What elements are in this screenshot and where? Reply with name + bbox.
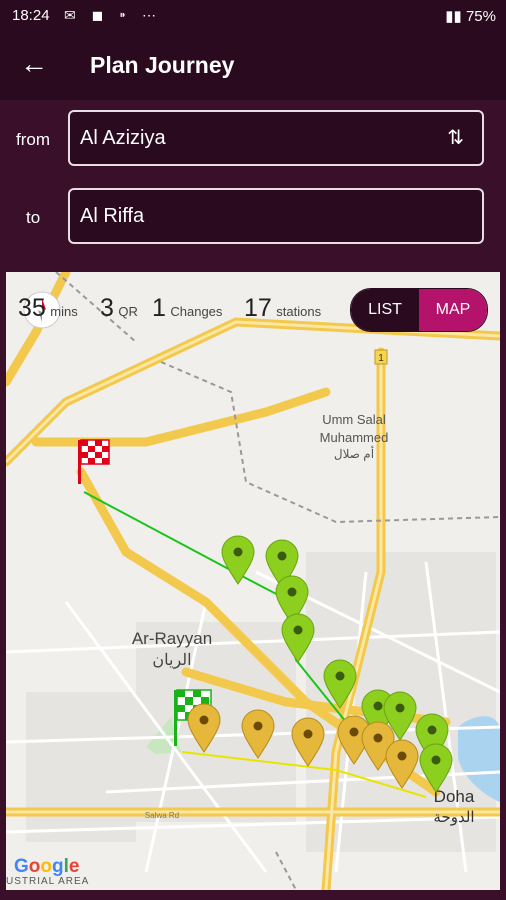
changes-value: 1 bbox=[152, 294, 166, 322]
stations-unit: stations bbox=[276, 304, 322, 319]
place-label-umm-salal: Umm Salal bbox=[322, 412, 386, 427]
place-label-umm-salal-arabic: أم صلال bbox=[334, 446, 374, 461]
battery-level: 75% bbox=[465, 8, 496, 25]
stations-summary: 17 stations bbox=[244, 294, 321, 323]
signal-icon: ▮▮ bbox=[445, 8, 462, 25]
swap-vertical-icon[interactable]: ⇅ bbox=[447, 126, 464, 150]
road-label-salwa: Salwa Rd bbox=[145, 811, 179, 820]
from-label: from bbox=[16, 130, 50, 149]
journey-form: from Al Aziziya ⇅ to Al Riffa bbox=[0, 100, 506, 258]
place-label-industrial: USTRIAL AREA bbox=[6, 876, 90, 887]
from-value: Al Aziziya bbox=[80, 127, 166, 149]
arrow-left-icon[interactable]: ← bbox=[20, 48, 48, 80]
duration-unit: mins bbox=[50, 304, 78, 319]
place-label-rayyan-arabic: الريان bbox=[152, 652, 191, 669]
road-number-label: 1 bbox=[378, 353, 384, 364]
place-label-muhammed: Muhammed bbox=[320, 430, 389, 445]
status-right: ▮▮ 75% bbox=[445, 7, 496, 25]
place-label-doha-arabic: الدوحة bbox=[433, 809, 474, 826]
map-canvas[interactable]: 1 Umm Salal Muhammed أم صلال Ar-Rayyan ا… bbox=[6, 272, 500, 890]
page-title: Plan Journey bbox=[90, 52, 235, 78]
fare-summary: 3 QR bbox=[100, 294, 138, 323]
list-view-button[interactable]: LIST bbox=[351, 289, 419, 331]
notification-icons: ✉ ◼ ⁍ ⋯ bbox=[64, 7, 163, 23]
duration-value: 35 bbox=[18, 294, 46, 322]
place-label-doha: Doha bbox=[434, 787, 475, 806]
google-attribution: Google bbox=[14, 856, 80, 877]
map-view-button[interactable]: MAP bbox=[419, 289, 487, 331]
to-label: to bbox=[26, 208, 41, 227]
to-field[interactable]: Al Riffa bbox=[68, 188, 484, 244]
from-field[interactable]: Al Aziziya ⇅ bbox=[68, 110, 484, 166]
status-bar: 18:24 ✉ ◼ ⁍ ⋯ ▮▮ 75% bbox=[0, 0, 506, 32]
route-map[interactable]: 1 Umm Salal Muhammed أم صلال Ar-Rayyan ا… bbox=[6, 272, 500, 890]
app-bar: ← Plan Journey bbox=[0, 32, 506, 100]
place-label-rayyan: Ar-Rayyan bbox=[132, 629, 212, 648]
duration-summary: 35 mins bbox=[18, 294, 78, 323]
to-value: Al Riffa bbox=[80, 205, 145, 227]
fare-unit: QR bbox=[118, 304, 138, 319]
fare-value: 3 bbox=[100, 294, 114, 322]
changes-summary: 1 Changes bbox=[152, 294, 222, 323]
stations-value: 17 bbox=[244, 294, 272, 322]
view-toggle: LIST MAP bbox=[350, 288, 488, 332]
changes-unit: Changes bbox=[170, 304, 223, 319]
status-time: 18:24 bbox=[12, 7, 50, 24]
